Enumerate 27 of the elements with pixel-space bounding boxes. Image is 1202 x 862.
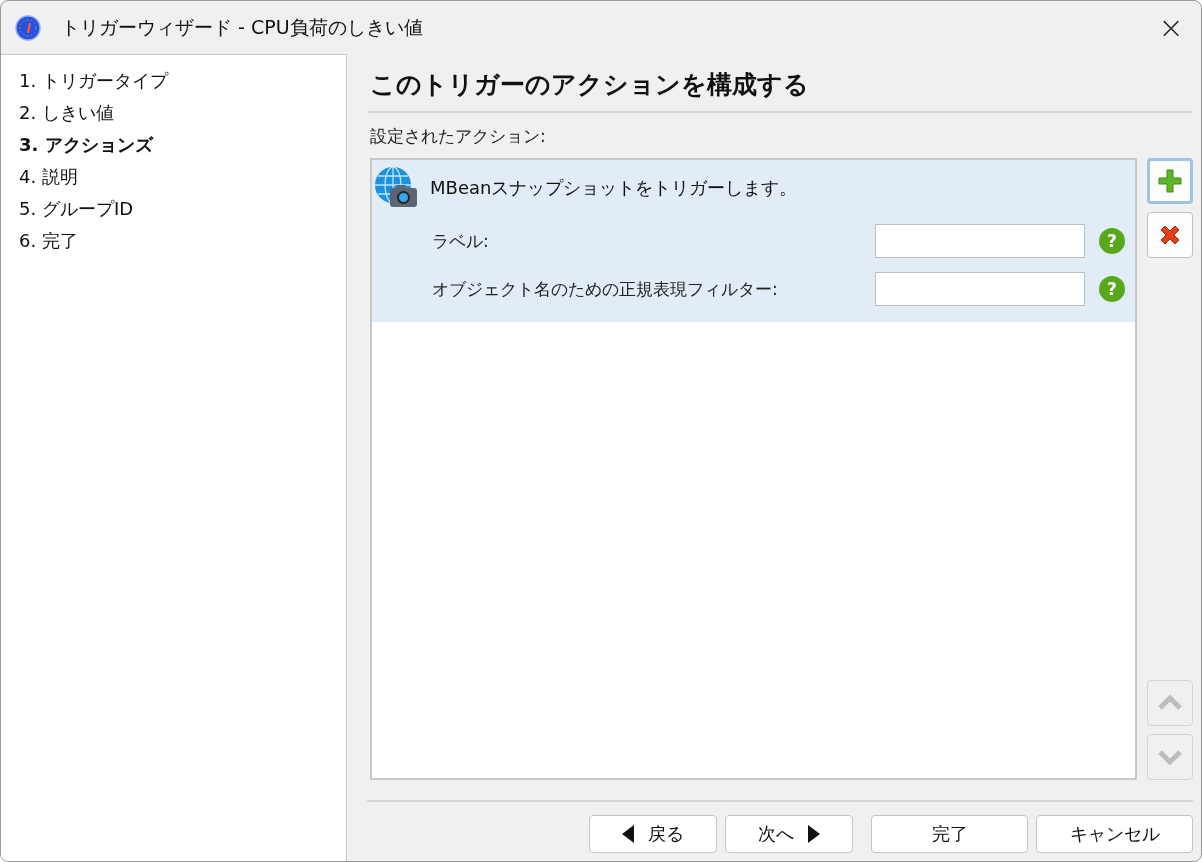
remove-button[interactable] [1147,212,1193,258]
plus-icon [1156,167,1184,195]
text-field[interactable] [875,272,1085,306]
globe-camera-icon [374,166,418,210]
action-item[interactable]: MBeanスナップショットをトリガーします。 ラベル: ? オブジェクト名のための正規表現フィルター: ? [372,160,1135,322]
gauge-icon [15,14,41,41]
next-button[interactable]: 次へ [725,815,853,853]
add-button[interactable] [1147,158,1193,204]
page-heading: このトリガーのアクションを構成する [367,66,1193,113]
close-button[interactable]: × [1141,1,1201,54]
field-label: オブジェクト名のための正規表現フィルター: [432,277,779,301]
finish-button[interactable]: 完了 [871,815,1028,853]
field-label: ラベル: [432,229,490,253]
wizard-step: 4. 説明 [19,161,346,193]
wizard-step: 1. トリガータイプ [19,65,346,97]
window-title: トリガーウィザード - CPU負荷のしきい値 [61,14,424,40]
action-title: MBeanスナップショットをトリガーします。 [430,176,798,200]
right-triangle-icon [808,825,820,843]
actions-label: 設定されたアクション: [370,125,547,148]
wizard-step: 3. アクションズ [19,129,346,161]
wizard-step: 6. 完了 [19,225,346,257]
left-triangle-icon [622,825,634,843]
text-field[interactable] [875,224,1085,258]
wizard-step: 5. グループID [19,193,346,225]
cancel-button[interactable]: キャンセル [1036,815,1193,853]
wizard-step: 2. しきい値 [19,97,346,129]
back-button[interactable]: 戻る [589,815,717,853]
